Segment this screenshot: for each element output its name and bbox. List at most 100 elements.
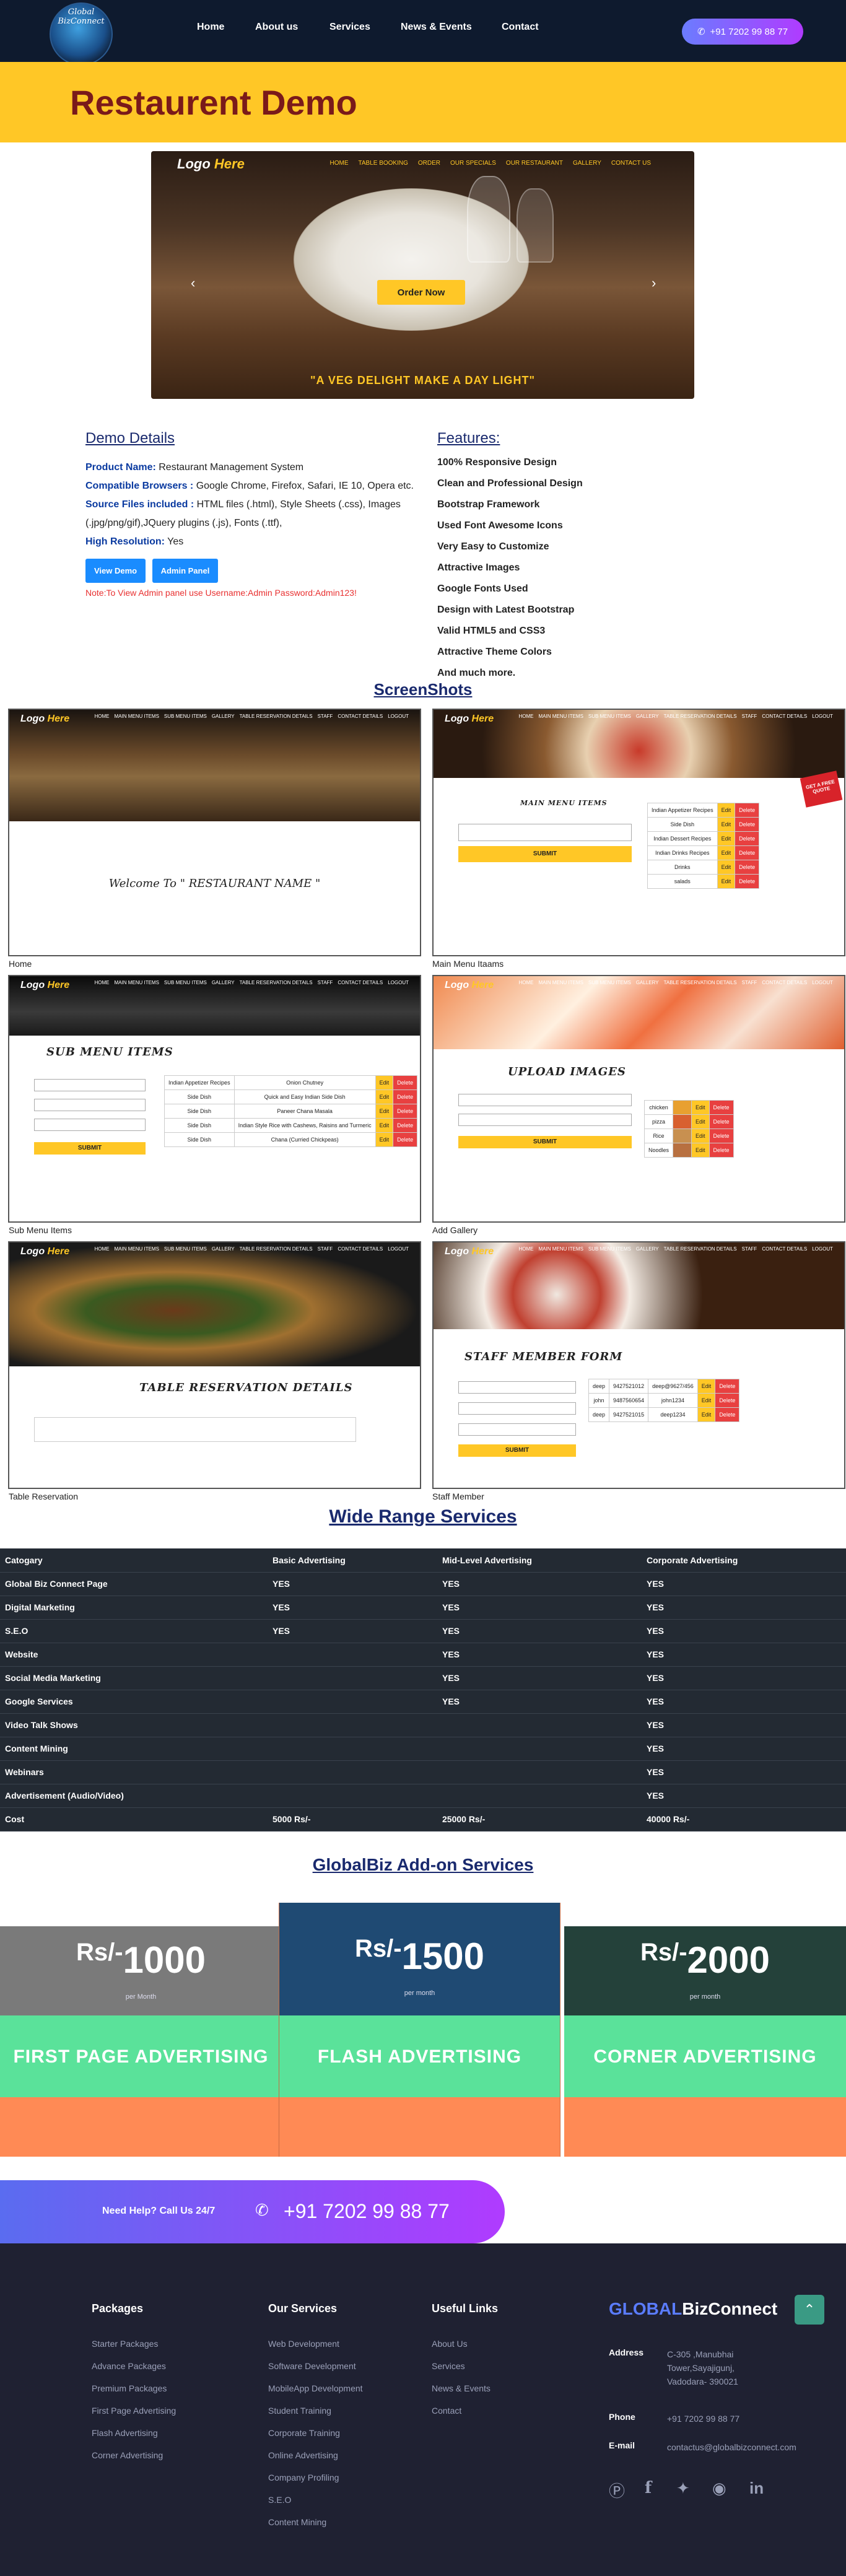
logo-text: Global BizConnect [58,7,105,26]
linkedin-icon[interactable]: in [749,2479,764,2498]
slider-menu-item[interactable]: ORDER [418,160,440,167]
footer-phone: Phone +91 7202 99 88 77 [609,2412,740,2424]
dribbble-icon[interactable]: ◉ [712,2479,726,2498]
screenshot-staff[interactable]: Logo Here HOME MAIN MENU ITEMS SUB MENU IT… [432,1241,845,1489]
slider-menu-item[interactable]: OUR RESTAURANT [506,160,563,167]
screenshot-reservation[interactable]: Logo Here HOME MAIN MENU ITEMS SUB MENU IT… [8,1241,421,1489]
slider-menu-item[interactable]: TABLE BOOKING [358,160,408,167]
footer-link[interactable]: Corner Advertising [92,2444,176,2466]
footer-link[interactable]: Services [432,2355,498,2377]
footer-link[interactable]: MobileApp Development [268,2377,363,2399]
nav-news-events[interactable]: News & Events [401,22,472,33]
slider-menu-item[interactable]: OUR SPECIALS [450,160,496,167]
features: Features: 100% Responsive Design Clean a… [437,430,697,684]
staff-form-heading: STAFF MEMBER FORM [464,1350,623,1363]
table-row: Digital Marketing YES YES YES [0,1596,846,1620]
plan-feature: CORNER ADVERTISING [593,2046,817,2067]
scroll-to-top-icon[interactable]: ⌃ [795,2295,824,2325]
footer-link[interactable]: Corporate Training [268,2422,363,2444]
table-row: Advertisement (Audio/Video) YES [0,1784,846,1808]
menu-name-field[interactable] [458,824,632,841]
feature-item: Google Fonts Used [437,583,528,594]
screenshot-gallery[interactable]: Logo Here HOME MAIN MENU ITEMS SUB MENU IT… [432,975,845,1223]
slider-menu-item[interactable]: HOME [329,160,348,167]
slider-menu-item[interactable]: CONTACT US [611,160,651,167]
table-row: Content Mining YES [0,1737,846,1761]
footer-email[interactable]: E-mail contactus@globalbizconnect.com [609,2440,796,2454]
slider-prev-icon[interactable]: ‹ [191,275,195,291]
slider-menu-item[interactable]: GALLERY [573,160,601,167]
main-menu-heading: MAIN MENU ITEMS [520,799,608,807]
main-menu-select[interactable] [34,1079,146,1091]
shot-menu: HOME MAIN MENU ITEMS SUB MENU ITEMS GALLERY… [518,1246,833,1252]
footer-link[interactable]: Software Development [268,2355,363,2377]
staff-phone-field[interactable] [458,1402,576,1415]
staff-name-field[interactable] [458,1381,576,1394]
addon-heading: GlobalBiz Add-on Services [312,1855,534,1874]
help-banner[interactable]: Need Help? Call Us 24/7 ✆ +91 7202 99 88… [0,2180,505,2243]
nav-about[interactable]: About us [255,22,298,33]
screenshot-main-menu[interactable]: Logo Here HOME MAIN MENU ITEMS SUB MENU IT… [432,709,845,956]
plan-footer-band [279,2097,560,2157]
footer-link[interactable]: S.E.O [268,2489,363,2511]
screenshot-home[interactable]: Logo Here HOME MAIN MENU ITEMS SUB MENU IT… [8,709,421,956]
facebook-icon[interactable]: f [645,2479,652,2497]
admin-panel-button[interactable]: Admin Panel [152,559,219,583]
image-title-field[interactable] [458,1094,632,1106]
submit-button[interactable]: SUBMIT [34,1142,146,1155]
screenshot-sub-menu[interactable]: Logo Here HOME MAIN MENU ITEMS SUB MENU IT… [8,975,421,1223]
price-field[interactable] [34,1119,146,1131]
submit-button[interactable]: SUBMIT [458,1136,632,1148]
footer-link[interactable]: Advance Packages [92,2355,176,2377]
header-phone-button[interactable]: ✆ +91 7202 99 88 77 [682,19,803,45]
feature-item: 100% Responsive Design [437,457,557,468]
plan-flash[interactable]: Rs/-1500 per month FLASH ADVERTISING [279,1903,560,2157]
plan-corner[interactable]: Rs/-2000 per month CORNER ADVERTISING [564,1926,846,2157]
footer-link[interactable]: Content Mining [268,2511,363,2533]
twitter-icon[interactable]: ✦ [676,2479,690,2498]
help-phone: +91 7202 99 88 77 [284,2200,450,2222]
glass-image [517,188,554,263]
gallery-table: chicken Edit Delete pizza Edit Delete Rice Ed… [643,1100,734,1158]
footer-link[interactable]: Online Advertising [268,2444,363,2466]
demo-row: Product Name: Restaurant Management Syst… [85,462,304,473]
footer-link[interactable]: Starter Packages [92,2333,176,2355]
footer-link[interactable]: Premium Packages [92,2377,176,2399]
feature-item: Attractive Theme Colors [437,647,552,657]
footer-link[interactable]: Contact [432,2399,498,2422]
shot-logo: Logo Here [445,980,494,990]
nav-services[interactable]: Services [329,22,370,33]
slider-menu: HOME TABLE BOOKING ORDER OUR SPECIALS OU… [329,160,651,167]
plan-first-page[interactable]: Rs/-1000 per Month FIRST PAGE ADVERTISIN… [0,1926,282,2157]
staff-password-field[interactable] [458,1423,576,1436]
plan-period: per month [404,1989,435,1997]
header-phone-number: +91 7202 99 88 77 [710,26,788,37]
footer-brand: GLOBALBizConnect [609,2299,778,2318]
nav-contact[interactable]: Contact [502,22,539,33]
sub-menu-heading: SUB MENU ITEMS [46,1046,173,1059]
slider-next-icon[interactable]: › [652,275,656,291]
submit-button[interactable]: SUBMIT [458,1444,576,1457]
screenshots-heading: ScreenShots [373,680,473,699]
footer: Packages Starter Packages Advance Packag… [0,2243,846,2576]
table-row: Social Media Marketing YES YES [0,1666,846,1690]
view-demo-button[interactable]: View Demo [85,559,146,583]
footer-link[interactable]: News & Events [432,2377,498,2399]
footer-link[interactable]: About Us [432,2333,498,2355]
footer-link[interactable]: Web Development [268,2333,363,2355]
site-logo[interactable]: Global BizConnect [50,2,113,66]
footer-link[interactable]: First Page Advertising [92,2399,176,2422]
footer-link[interactable]: Company Profiling [268,2466,363,2489]
file-chooser[interactable] [458,1114,632,1126]
pinterest-icon[interactable]: Ⓟ [609,2479,625,2502]
footer-link[interactable]: Student Training [268,2399,363,2422]
nav-home[interactable]: Home [197,22,224,33]
demo-details: Demo Details Product Name: Restaurant Ma… [85,430,420,598]
order-now-button[interactable]: Order Now [377,280,465,305]
submit-button[interactable]: SUBMIT [458,846,632,862]
footer-link[interactable]: Flash Advertising [92,2422,176,2444]
glass-image [467,176,510,263]
shot-logo: Logo Here [445,1246,494,1257]
plan-price: Rs/-1500 [354,1935,485,1977]
sub-menu-name-field[interactable] [34,1099,146,1111]
